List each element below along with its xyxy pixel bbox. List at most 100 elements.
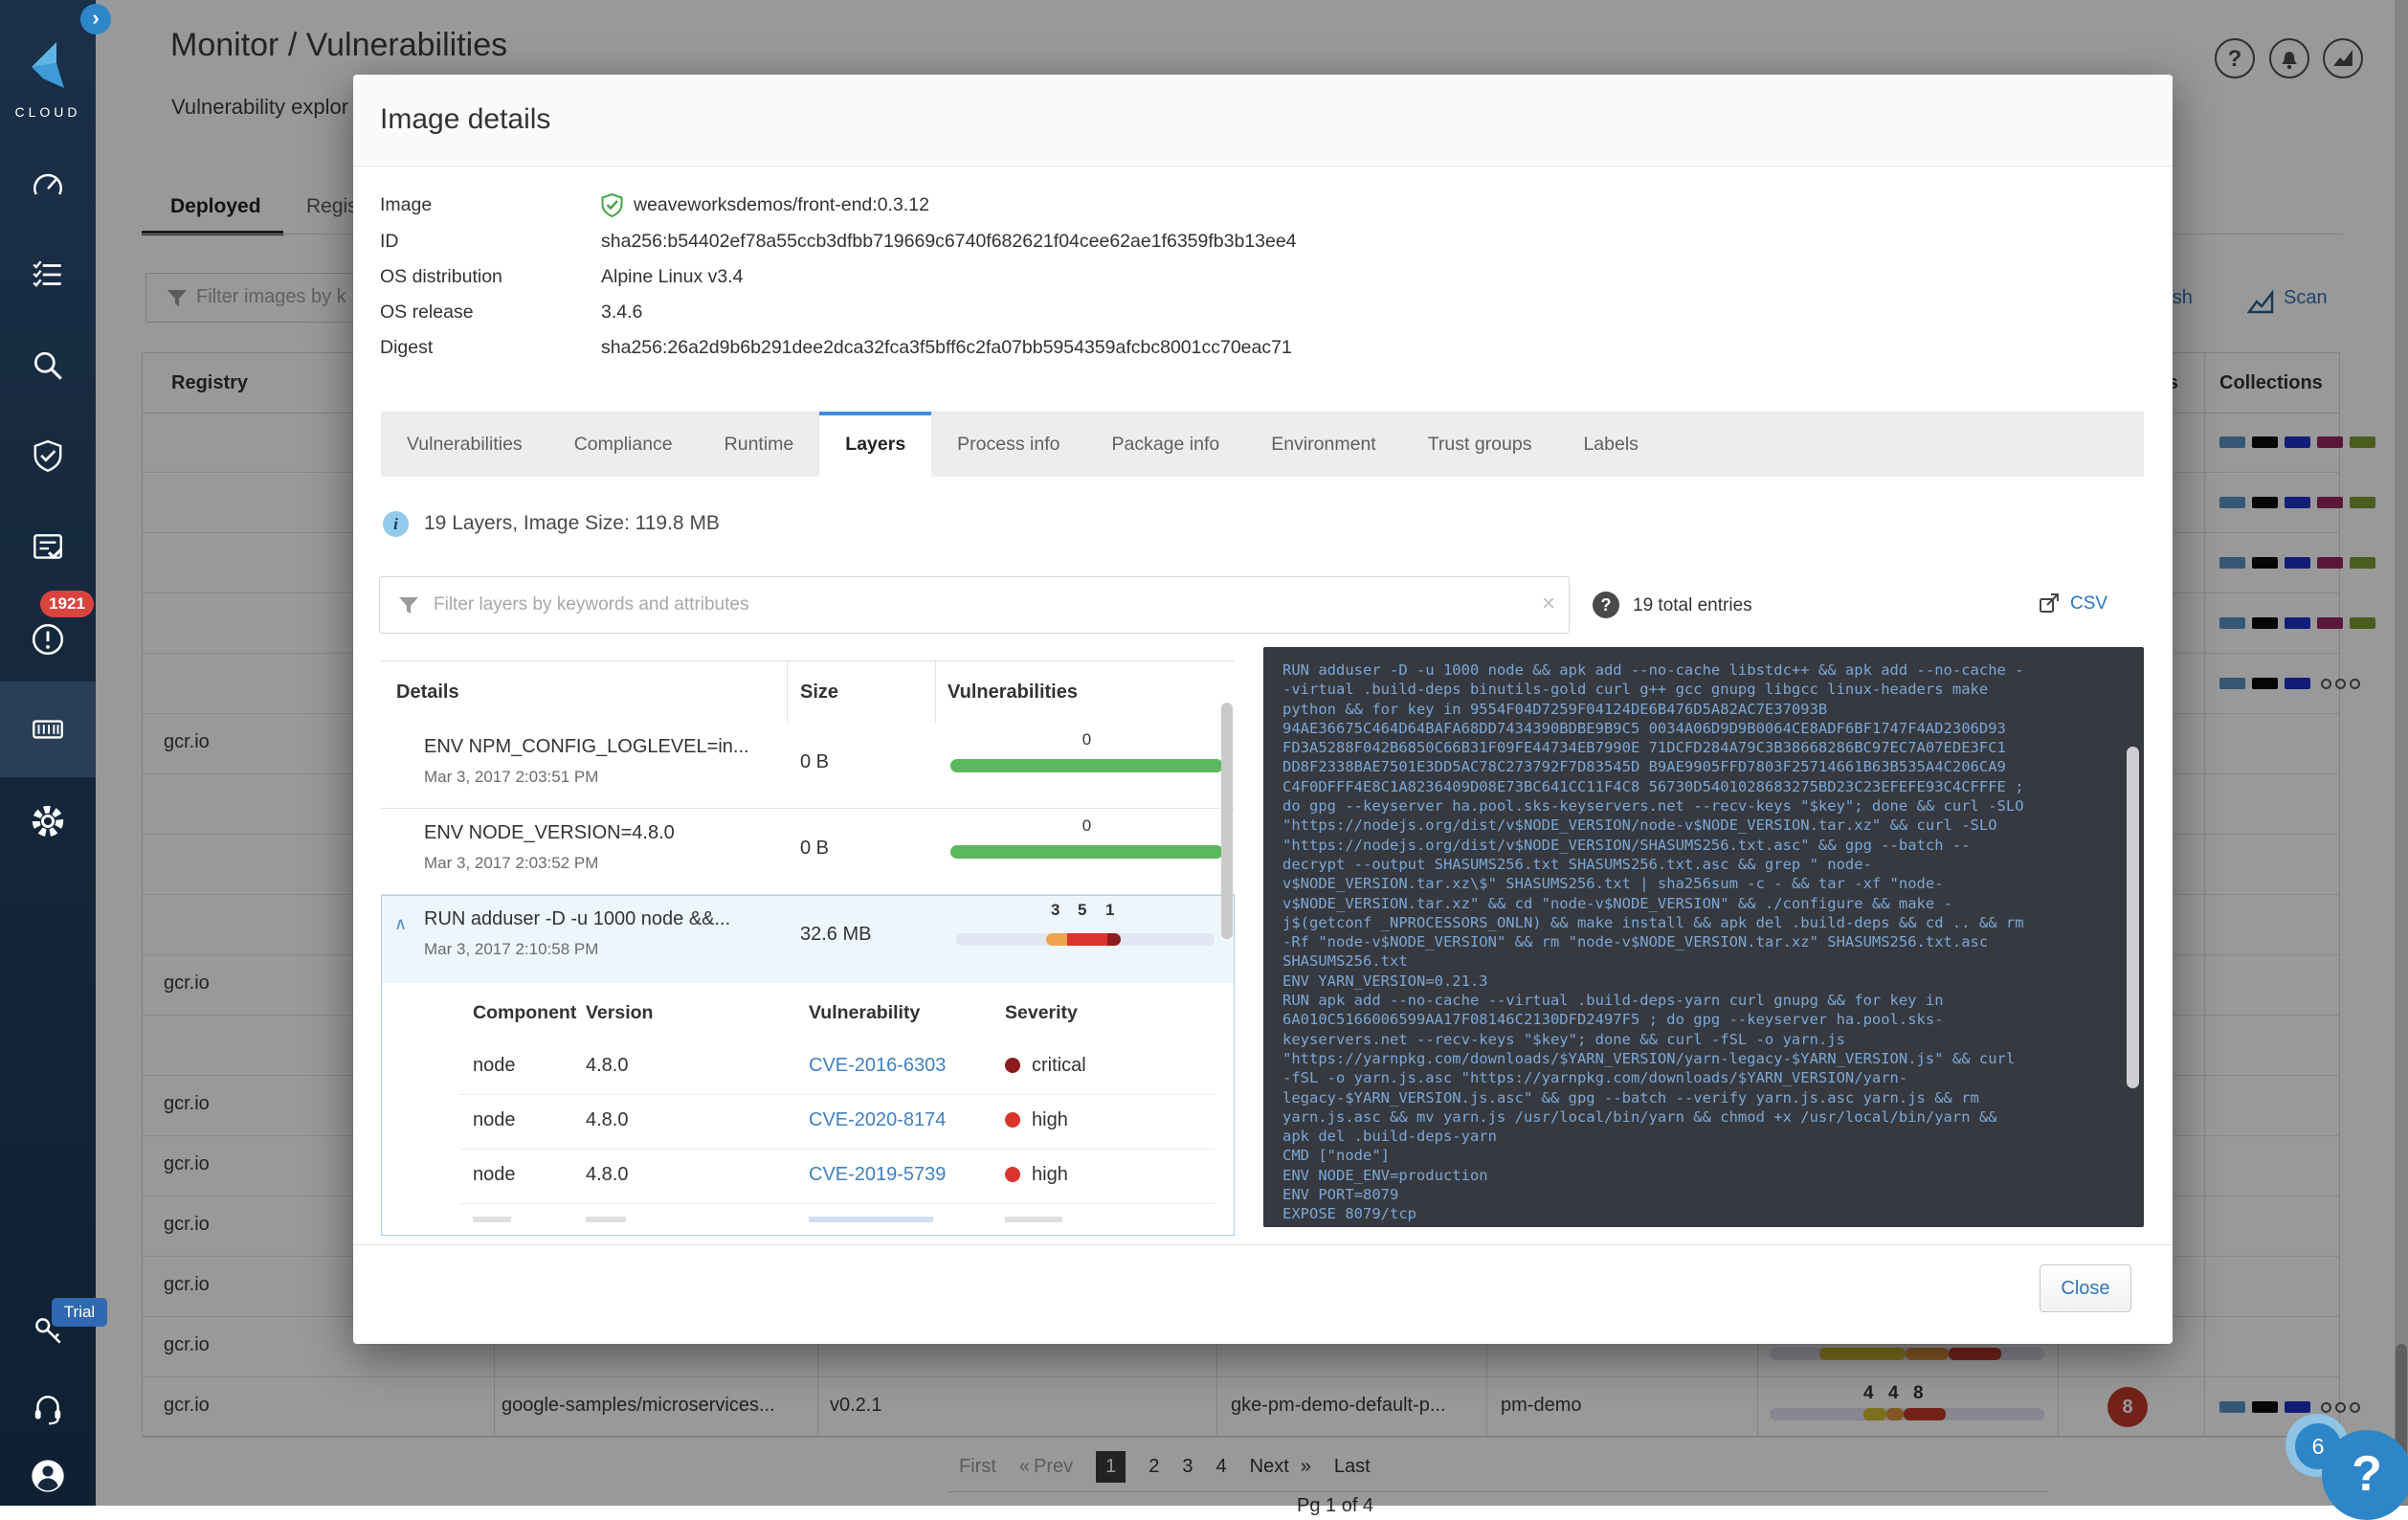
search-icon — [30, 348, 66, 385]
layer-command: RUN adduser -D -u 1000 node &&... — [424, 908, 730, 930]
severity-label: high — [1032, 1164, 1068, 1186]
severity-label: critical — [1032, 1055, 1086, 1077]
modal-tabs: Vulnerabilities Compliance Runtime Layer… — [381, 412, 2144, 477]
sidebar-item-policies[interactable] — [0, 240, 96, 309]
layer-date: Mar 3, 2017 2:03:51 PM — [424, 768, 598, 787]
tab-environment[interactable]: Environment — [1245, 412, 1401, 477]
tab-compliance[interactable]: Compliance — [548, 412, 699, 477]
field-value-image: weaveworksdemos/front-end:0.3.12 — [634, 194, 929, 216]
component-row: node 4.8.0 CVE-2016-6303 critical — [459, 1040, 1215, 1095]
dockerfile-text: RUN adduser -D -u 1000 node && apk add -… — [1263, 647, 2144, 1227]
col-header-vulnerabilities[interactable]: Vulnerabilities — [948, 661, 1078, 723]
field-value-os-release: 3.4.6 — [601, 302, 642, 324]
clear-filter-icon[interactable]: × — [1542, 591, 1555, 617]
trial-badge: Trial — [52, 1298, 107, 1327]
sidebar-item-settings[interactable] — [0, 787, 96, 856]
field-label-id: ID — [380, 231, 399, 253]
sidebar-item-dashboard[interactable] — [0, 152, 96, 221]
component-row: node 4.8.0 CVE-2020-8174 high — [459, 1095, 1215, 1150]
layers-table: Details Size Vulnerabilities ENV NPM_CON… — [381, 660, 1235, 1235]
layers-filter-input[interactable] — [434, 577, 1505, 633]
count-high: 5 — [1078, 901, 1086, 920]
clipped-component-row — [459, 1209, 1215, 1234]
col-header-severity: Severity — [1005, 1002, 1078, 1024]
footer-divider — [353, 1244, 2173, 1245]
layer-command: ENV NPM_CONFIG_LOGLEVEL=in... — [424, 736, 749, 758]
vuln-bar-clean — [950, 845, 1223, 859]
layers-scrollbar-thumb[interactable] — [1221, 703, 1233, 939]
info-icon: i — [383, 511, 409, 537]
gear-icon — [29, 802, 67, 840]
vuln-count: 0 — [950, 730, 1223, 749]
layer-row-selected[interactable]: ∧ RUN adduser -D -u 1000 node &&... Mar … — [381, 895, 1235, 983]
field-value-id: sha256:b54402ef78a55ccb3dfbb719669c6740f… — [601, 231, 1297, 253]
tab-runtime[interactable]: Runtime — [699, 412, 820, 477]
component-name: node — [473, 1109, 516, 1131]
tab-trust-groups[interactable]: Trust groups — [1402, 412, 1558, 477]
person-icon — [29, 1457, 67, 1495]
tab-package-info[interactable]: Package info — [1085, 412, 1245, 477]
vuln-seg-critical — [1107, 933, 1121, 946]
layers-summary: 19 Layers, Image Size: 119.8 MB — [424, 512, 720, 535]
component-row: node 4.8.0 CVE-2019-5739 high — [459, 1150, 1215, 1204]
component-name: node — [473, 1164, 516, 1186]
layer-command: ENV NODE_VERSION=4.8.0 — [424, 822, 675, 844]
modal-header: Image details — [353, 75, 2173, 167]
component-name: node — [473, 1055, 516, 1077]
checklist-icon — [30, 257, 66, 293]
count-critical: 1 — [1105, 901, 1114, 920]
severity-dot-high — [1005, 1167, 1020, 1182]
vuln-bar-clean — [950, 759, 1223, 772]
sidebar-item-containers[interactable] — [0, 682, 96, 777]
vuln-seg-high — [1067, 933, 1107, 946]
tab-labels[interactable]: Labels — [1557, 412, 1663, 477]
cve-link[interactable]: CVE-2019-5739 — [809, 1164, 946, 1186]
col-header-component: Component — [473, 1002, 576, 1024]
sidebar: › CLOUD 1921 Trial — [0, 0, 96, 1506]
sidebar-item-search[interactable] — [0, 332, 96, 401]
logo-text: CLOUD — [0, 104, 96, 120]
sidebar-item-compliance[interactable] — [0, 513, 96, 582]
col-header-vulnerability: Vulnerability — [809, 1002, 920, 1024]
tab-vulnerabilities[interactable]: Vulnerabilities — [381, 412, 548, 477]
funnel-icon — [397, 594, 420, 617]
brand-logo: CLOUD — [0, 34, 96, 120]
chevron-up-icon[interactable]: ∧ — [394, 914, 407, 934]
col-header-details[interactable]: Details — [396, 661, 459, 723]
csv-export-link[interactable]: CSV — [2070, 593, 2107, 615]
gauge-icon — [30, 168, 66, 205]
image-details-modal: Image details Image weaveworksdemos/fron… — [353, 75, 2173, 1344]
verified-shield-icon — [599, 192, 625, 219]
sidebar-item-account[interactable] — [0, 1442, 96, 1510]
vuln-seg-medium — [1046, 933, 1067, 946]
shield-check-icon — [30, 438, 66, 475]
col-header-version: Version — [586, 1002, 653, 1024]
severity-dot-high — [1005, 1112, 1020, 1128]
layer-row[interactable]: ENV NODE_VERSION=4.8.0 Mar 3, 2017 2:03:… — [381, 809, 1235, 895]
cloud-logo-icon — [18, 34, 78, 94]
export-icon — [2039, 592, 2061, 615]
container-icon — [29, 710, 67, 749]
tab-layers[interactable]: Layers — [819, 412, 931, 477]
total-entries: 19 total entries — [1633, 593, 1752, 618]
field-value-digest: sha256:26a2d9b6b291dee2dca32fca3f5bff6c2… — [601, 337, 1292, 359]
sidebar-item-support[interactable] — [0, 1375, 96, 1443]
component-version: 4.8.0 — [586, 1109, 628, 1131]
col-header-size[interactable]: Size — [800, 661, 838, 723]
terminal-scrollbar-thumb[interactable] — [2127, 747, 2139, 1088]
sidebar-item-defend[interactable] — [0, 422, 96, 491]
field-label-os-distribution: OS distribution — [380, 266, 502, 288]
document-check-icon — [30, 529, 66, 566]
severity-label: high — [1032, 1109, 1068, 1131]
layer-row[interactable]: ENV NPM_CONFIG_LOGLEVEL=in... Mar 3, 201… — [381, 723, 1235, 809]
alert-count-badge: 1921 — [40, 591, 94, 617]
tab-process-info[interactable]: Process info — [931, 412, 1085, 477]
cve-link[interactable]: CVE-2020-8174 — [809, 1109, 946, 1131]
close-button[interactable]: Close — [2040, 1264, 2131, 1312]
entries-help-icon[interactable]: ? — [1593, 592, 1619, 618]
layer-size: 0 B — [800, 838, 829, 860]
sidebar-toggle-icon[interactable]: › — [80, 4, 111, 34]
help-fab-button[interactable]: ? — [2322, 1430, 2408, 1520]
cve-link[interactable]: CVE-2016-6303 — [809, 1055, 946, 1077]
layer-command-terminal: RUN adduser -D -u 1000 node && apk add -… — [1263, 647, 2144, 1227]
